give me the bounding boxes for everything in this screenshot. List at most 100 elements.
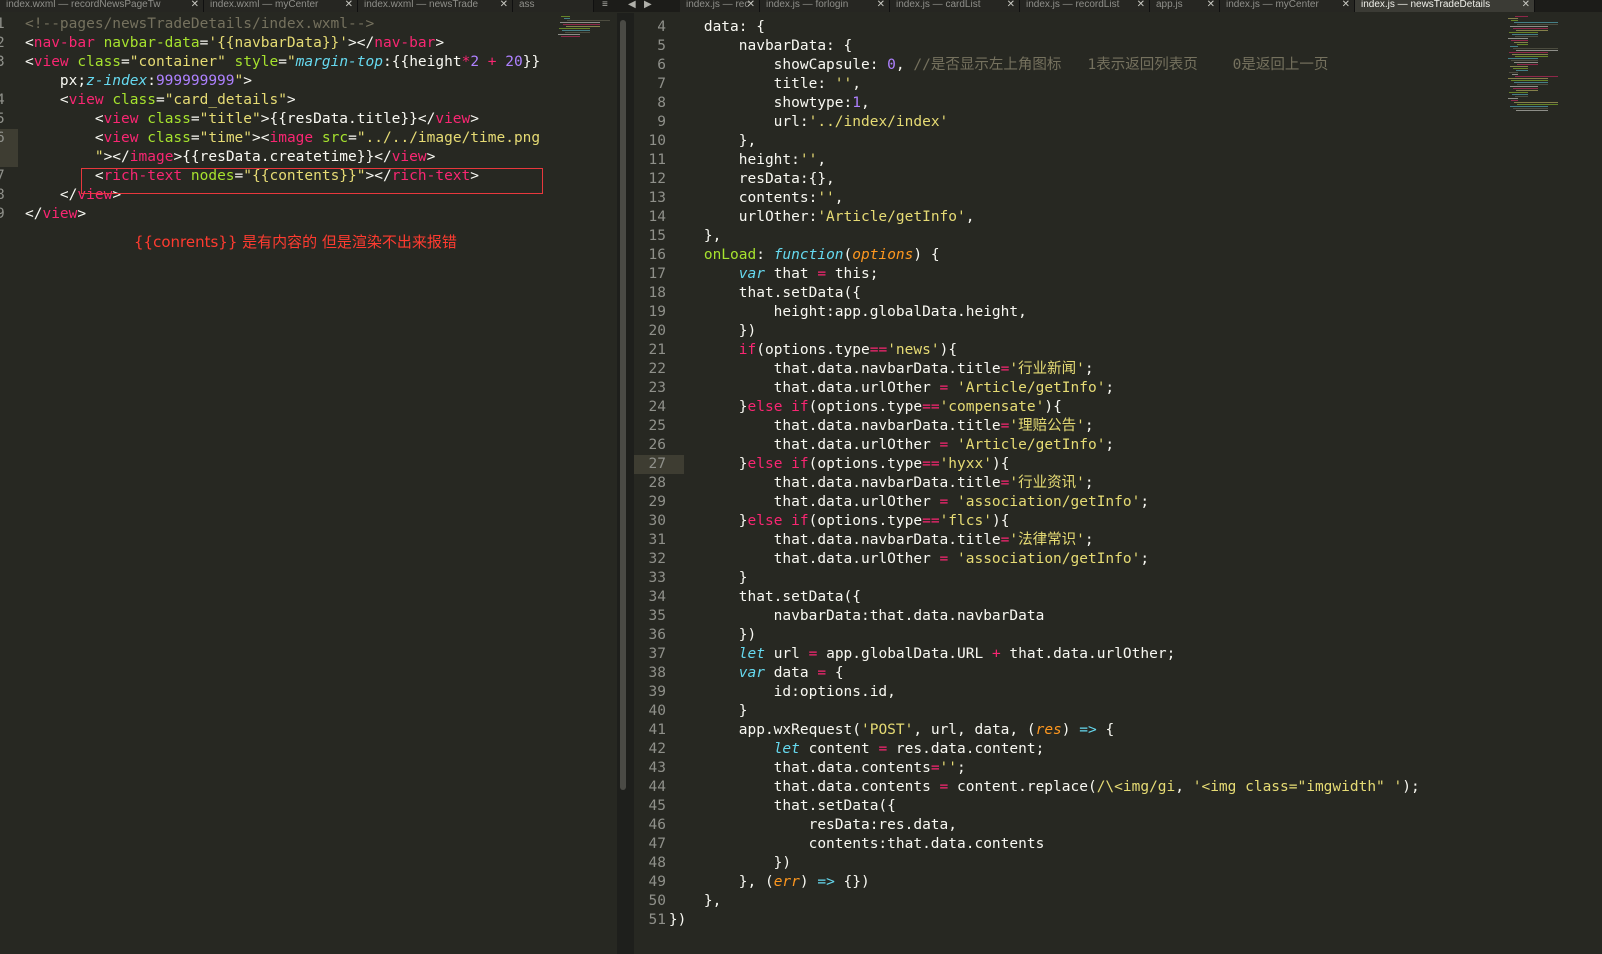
code-line: <nav-bar navbar-data='{{navbarData}}'></… — [25, 35, 445, 51]
close-tab-icon[interactable]: ✕ — [747, 0, 755, 10]
left-editor-pane[interactable]: 1 2 3 4 5 6 7 8 9 <!--pages/newsTradeDetails/inde… — [0, 13, 617, 954]
minimap-line — [1508, 58, 1538, 59]
tab-label: index.wxml — newsTrade — [364, 0, 479, 10]
minimap-line — [1517, 44, 1528, 45]
code-line: urlOther:'Article/getInfo', — [634, 209, 975, 225]
minimap-line — [1508, 78, 1548, 79]
minimap-line — [563, 24, 600, 25]
code-line: id:options.id, — [634, 684, 896, 700]
right-minimap[interactable] — [1508, 16, 1593, 116]
minimap-line — [1508, 18, 1518, 19]
code-line: }, (err) => {}) — [634, 874, 870, 890]
line-number: 2 — [0, 35, 5, 51]
code-line: that.data.urlOther = 'Article/getInfo'; — [634, 380, 1115, 396]
minimap-line — [1513, 48, 1558, 49]
tab-menu-icon[interactable]: ≡ — [602, 0, 608, 10]
code-line: that.data.contents=''; — [634, 760, 966, 776]
right-tab[interactable]: index.js — myCenter ✕ — [1220, 0, 1355, 12]
line-number: 6 — [0, 130, 5, 146]
code-line: that.setData({ — [634, 589, 861, 605]
minimap-line — [565, 32, 590, 33]
code-line: } — [634, 703, 748, 719]
line-number: 1 — [0, 16, 5, 32]
left-tab[interactable]: index.wxml — recordNewsPageTw ✕ — [0, 0, 204, 12]
right-tab[interactable]: app.js ✕ — [1150, 0, 1220, 12]
tab-label: index.js — newsTradeDetails — [1361, 0, 1491, 10]
code-line: navbarData:that.data.navbarData — [634, 608, 1045, 624]
tab-prev-icon[interactable]: ◀ — [628, 0, 636, 10]
close-tab-icon[interactable]: ✕ — [1137, 0, 1145, 10]
minimap-line — [1514, 102, 1558, 103]
minimap-line — [1510, 106, 1548, 107]
left-scrollbar[interactable] — [620, 20, 626, 790]
right-tab[interactable]: index.js — recordList ✕ — [1020, 0, 1150, 12]
close-tab-icon[interactable]: ✕ — [1342, 0, 1350, 10]
code-line: app.wxRequest('POST', url, data, (res) =… — [634, 722, 1115, 738]
minimap-line — [561, 16, 570, 17]
close-tab-icon[interactable]: ✕ — [1522, 0, 1530, 10]
minimap-line — [1509, 92, 1528, 93]
tab-label: index.wxml — myCenter — [210, 0, 319, 10]
code-line: }else if(options.type=='hyxx'){ — [634, 456, 1010, 472]
minimap-line — [558, 34, 580, 35]
minimap-line — [1510, 86, 1538, 87]
minimap-line — [567, 20, 610, 21]
code-line: }, — [634, 228, 722, 244]
code-line: data: { — [634, 19, 765, 35]
annotation-note: {{conrents}} 是有内容的 但是渲染不出来报错 — [134, 233, 457, 251]
code-line: that.data.urlOther = 'association/getInf… — [634, 494, 1150, 510]
code-line: let content = res.data.content; — [773, 741, 1045, 757]
minimap-line — [1509, 52, 1548, 53]
tab-label: index.wxml — recordNewsPageTw — [6, 0, 161, 10]
minimap-line — [1516, 30, 1548, 31]
close-tab-icon[interactable]: ✕ — [877, 0, 885, 10]
code-line: }) — [634, 323, 757, 339]
code-line: that.data.urlOther = 'association/getInf… — [634, 551, 1150, 567]
left-minimap[interactable] — [558, 16, 610, 40]
left-tab[interactable]: index.wxml — newsTrade ✕ — [358, 0, 513, 12]
minimap-line — [1517, 24, 1558, 25]
close-tab-icon[interactable]: ✕ — [1007, 0, 1015, 10]
minimap-line — [1513, 28, 1548, 29]
right-tab[interactable]: index.js — cardList ✕ — [890, 0, 1020, 12]
tab-next-icon[interactable]: ▶ — [644, 0, 652, 10]
code-line: that.data.navbarData.title='法律常识'; — [634, 532, 1094, 548]
code-line: that.data.contents = content.replace(/\<… — [634, 779, 1420, 795]
minimap-line — [1513, 68, 1528, 69]
close-tab-icon[interactable]: ✕ — [191, 0, 199, 10]
code-line: resData:{}, — [634, 171, 835, 187]
code-line: <view class="container" style="margin-to… — [25, 54, 541, 70]
tab-label: ass — [519, 0, 535, 10]
minimap-line — [1512, 54, 1548, 55]
code-line: that.data.navbarData.title='行业资讯'; — [634, 475, 1094, 491]
left-tab[interactable]: index.wxml — myCenter ✕ — [204, 0, 358, 12]
code-line: height:app.globalData.height, — [634, 304, 1027, 320]
close-tab-icon[interactable]: ✕ — [1207, 0, 1215, 10]
minimap-line — [562, 30, 590, 31]
close-tab-icon[interactable]: ✕ — [500, 0, 508, 10]
line-number: 3 — [0, 54, 5, 70]
minimap-line — [1510, 46, 1518, 47]
code-line: showCapsule: 0, //是否显示左上角图标 1表示返回列表页 0是返… — [634, 57, 1329, 73]
minimap-line — [1517, 64, 1538, 65]
minimap-line — [1515, 16, 1528, 17]
minimap-line — [1516, 70, 1528, 71]
minimap-line — [1512, 74, 1518, 75]
right-tab[interactable]: index.js — rec ✕ — [680, 0, 760, 12]
minimap-line — [560, 22, 600, 23]
close-tab-icon[interactable]: ✕ — [345, 0, 353, 10]
minimap-line — [1513, 88, 1538, 89]
right-tab-bar: index.js — rec ✕ index.js — forlogin ✕ index… — [680, 0, 1602, 12]
minimap-line — [1509, 72, 1518, 73]
tab-label: index.js — forlogin — [766, 0, 849, 10]
left-tab[interactable]: ass — [513, 0, 594, 12]
minimap-line — [1512, 34, 1538, 35]
minimap-line — [1512, 94, 1528, 95]
line-number: 4 — [0, 92, 5, 108]
code-line: that.setData({ — [634, 798, 896, 814]
right-editor-pane[interactable]: 4 5 6 7 8 9 10 11 12 13 14 15 16 17 18 19 20 21 22 23 24 25 26… — [634, 13, 1602, 954]
right-tab[interactable]: index.js — forlogin ✕ — [760, 0, 890, 12]
line-number — [0, 72, 4, 91]
right-tab[interactable]: index.js — newsTradeDetails ✕ — [1355, 0, 1535, 12]
minimap-line — [1516, 50, 1558, 51]
